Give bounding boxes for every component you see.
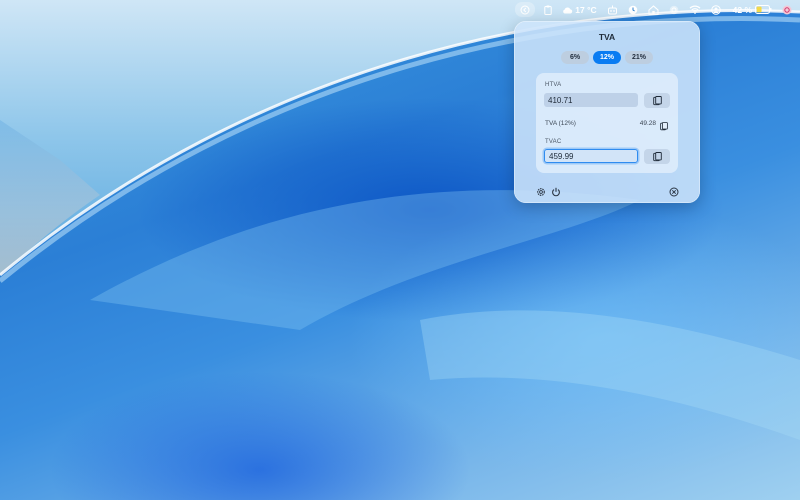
htva-label: HTVA (545, 82, 562, 88)
clock-icon[interactable] (623, 2, 643, 17)
rate-button-6[interactable]: 6% (561, 51, 589, 64)
power-icon[interactable] (551, 184, 561, 202)
tvac-label: TVAC (545, 139, 562, 145)
rate-button-12[interactable]: 12% (593, 51, 621, 64)
home-icon[interactable] (643, 2, 664, 17)
tva-popover: TVA 6% 12% 21% HTVA 410.71 TVA (12%) 49.… (514, 21, 700, 203)
user-icon[interactable] (706, 2, 726, 17)
rate-button-21[interactable]: 21% (625, 51, 653, 64)
battery-icon (755, 5, 772, 14)
panel-title: TVA (598, 32, 616, 42)
wifi-icon[interactable] (684, 2, 706, 17)
menu-bar: 17 °C 42 % (0, 0, 800, 19)
copy-icon (652, 151, 662, 161)
app-status-icon[interactable] (515, 2, 536, 17)
htva-input[interactable]: 410.71 (544, 93, 638, 107)
weather-cloud-icon (563, 6, 573, 13)
copy-tva-button[interactable] (660, 118, 668, 136)
battery-percent: 42 % (732, 4, 752, 15)
tva-value: 49.28 (639, 120, 656, 127)
tvac-input[interactable]: 459.99 (544, 149, 638, 163)
airdrop-icon[interactable] (664, 2, 684, 17)
rate-selector: 6% 12% 21% (514, 51, 700, 64)
copy-icon (660, 122, 668, 131)
panel-footer (536, 184, 679, 197)
gear-icon[interactable] (536, 184, 546, 202)
profile-icon[interactable] (777, 2, 800, 17)
tva-label: TVA (12%) (545, 120, 576, 127)
copy-htva-button[interactable] (644, 93, 670, 108)
copy-tvac-button[interactable] (644, 149, 670, 164)
copy-icon (652, 95, 662, 105)
calculation-card: HTVA 410.71 TVA (12%) 49.28 TVAC 459.99 (536, 73, 678, 173)
battery-status[interactable]: 42 % (726, 2, 777, 17)
robot-icon[interactable] (602, 2, 623, 17)
close-icon[interactable] (669, 184, 679, 202)
temperature-text: 17 °C (575, 4, 597, 15)
weather-widget[interactable]: 17 °C (557, 2, 601, 17)
clipboard-icon[interactable] (539, 2, 557, 17)
